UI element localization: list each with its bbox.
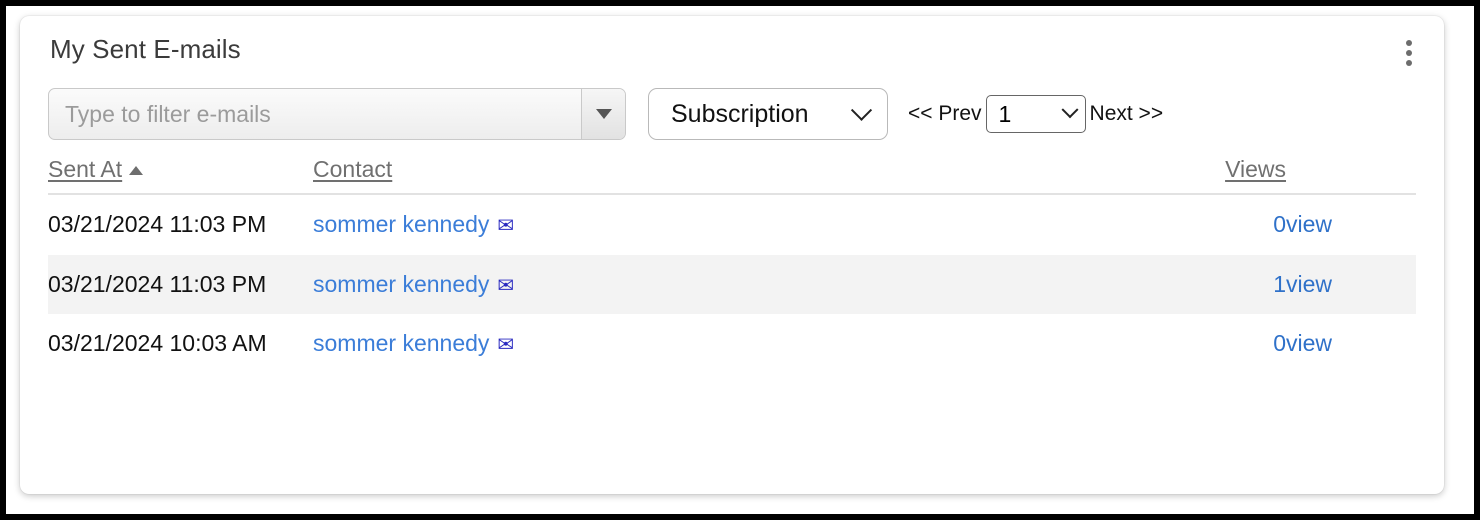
filter-group: [48, 88, 626, 140]
triangle-down-icon: [595, 109, 612, 119]
view-link[interactable]: view: [1286, 211, 1332, 237]
cell-action: view: [1286, 254, 1416, 315]
view-link[interactable]: view: [1286, 330, 1332, 356]
views-count-link[interactable]: 0: [1273, 330, 1286, 356]
cell-views: 1: [1136, 254, 1286, 315]
kebab-dot: [1406, 60, 1412, 66]
table-row[interactable]: 03/21/2024 10:03 AM sommer kennedy ✉ 0 vi…: [48, 314, 1416, 374]
pagination: << Prev 1 Next >>: [908, 95, 1163, 133]
chevron-down-icon: [850, 99, 873, 121]
chevron-down-icon: [1061, 101, 1079, 119]
cell-contact: sommer kennedy ✉: [313, 254, 1136, 315]
envelope-icon[interactable]: ✉: [497, 215, 514, 237]
table-header: Sent At Contact Views: [48, 154, 1416, 195]
prev-page-link[interactable]: << Prev: [908, 102, 982, 126]
views-count-link[interactable]: 1: [1273, 271, 1286, 297]
cell-action: view: [1286, 314, 1416, 374]
page-number-select[interactable]: 1: [985, 95, 1086, 133]
table-row[interactable]: 03/21/2024 11:03 PM sommer kennedy ✉ 0 vi…: [48, 194, 1416, 255]
page-number-value: 1: [998, 100, 1012, 127]
table-body: 03/21/2024 11:03 PM sommer kennedy ✉ 0 vi…: [48, 194, 1416, 374]
column-header-views[interactable]: Views: [1136, 154, 1286, 195]
screen-frame: My Sent E-mails Subscription: [0, 0, 1480, 520]
filter-dropdown-button[interactable]: [581, 89, 625, 139]
page-surface: My Sent E-mails Subscription: [6, 6, 1474, 514]
subscription-select[interactable]: Subscription: [648, 88, 888, 140]
envelope-icon[interactable]: ✉: [497, 334, 514, 356]
column-header-action: [1286, 154, 1416, 195]
column-header-contact[interactable]: Contact: [313, 154, 1136, 195]
sent-emails-card: My Sent E-mails Subscription: [20, 16, 1444, 494]
filter-input[interactable]: [49, 89, 581, 139]
cell-contact: sommer kennedy ✉: [313, 314, 1136, 374]
table-row[interactable]: 03/21/2024 11:03 PM sommer kennedy ✉ 1 vi…: [48, 254, 1416, 315]
contact-link[interactable]: sommer kennedy: [313, 271, 489, 297]
cell-views: 0: [1136, 314, 1286, 374]
toolbar: Subscription << Prev 1 Next >>: [48, 78, 1416, 150]
column-header-contact-label: Contact: [313, 156, 393, 182]
cell-action: view: [1286, 194, 1416, 255]
envelope-icon[interactable]: ✉: [497, 275, 514, 297]
cell-sent-at: 03/21/2024 11:03 PM: [48, 254, 313, 315]
table-header-row: Sent At Contact Views: [48, 154, 1416, 195]
cell-contact: sommer kennedy ✉: [313, 194, 1136, 255]
page-title: My Sent E-mails: [50, 34, 241, 64]
subscription-select-value: Subscription: [671, 99, 809, 128]
contact-link[interactable]: sommer kennedy: [313, 211, 489, 237]
contact-link[interactable]: sommer kennedy: [313, 330, 489, 356]
cell-views: 0: [1136, 194, 1286, 255]
kebab-menu-icon[interactable]: [1396, 36, 1422, 70]
next-page-link[interactable]: Next >>: [1090, 102, 1164, 126]
column-header-views-label: Views: [1225, 156, 1286, 182]
kebab-dot: [1406, 50, 1412, 56]
cell-sent-at: 03/21/2024 11:03 PM: [48, 211, 267, 237]
view-link[interactable]: view: [1286, 271, 1332, 297]
sent-emails-table: Sent At Contact Views 03/21/2024 11:03 P…: [48, 154, 1416, 374]
card-header: My Sent E-mails: [48, 16, 1416, 78]
sort-ascending-icon: [129, 166, 144, 175]
column-header-sent-at[interactable]: Sent At: [48, 154, 313, 195]
cell-sent-at: 03/21/2024 10:03 AM: [48, 330, 267, 357]
kebab-dot: [1406, 40, 1412, 46]
views-count-link[interactable]: 0: [1273, 211, 1286, 237]
column-header-sent-at-label: Sent At: [48, 156, 123, 182]
